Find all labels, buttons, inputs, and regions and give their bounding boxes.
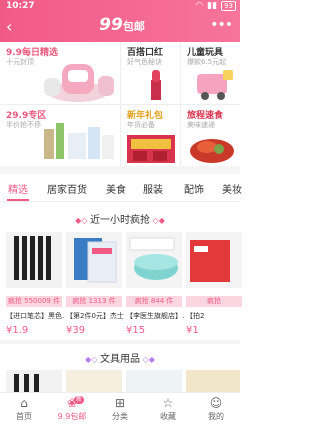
section-title-flash: ◆◇ 近一小时疯抢 ◇◆: [0, 211, 240, 227]
product-image-red: [186, 232, 242, 288]
product-thumb-partial[interactable]: [186, 370, 240, 392]
gift-box-image: [127, 135, 175, 163]
nav-home[interactable]: ⌂ 首页: [0, 396, 48, 422]
product-price: ¥39: [66, 325, 86, 336]
decor-icon: ◆◇: [75, 216, 90, 225]
promo-new-year-gift[interactable]: 新年礼包 年货必备: [121, 105, 180, 165]
active-tab-indicator: [7, 199, 29, 201]
bag-icon: ❀: [66, 396, 78, 410]
home-icon: ⌂: [20, 396, 28, 410]
signal-icon: ▮▮: [207, 1, 218, 11]
tab-clothing[interactable]: 服装: [143, 181, 163, 196]
nav-label: 分类: [112, 412, 128, 421]
user-icon: ☺: [209, 396, 223, 410]
promo-daily-picks[interactable]: 9.9每日精选 十元封顶: [0, 42, 120, 104]
nav-label: 收藏: [160, 412, 176, 421]
product-card[interactable]: 疯抢 【拍2 ¥1: [186, 232, 245, 338]
product-thumb-partial[interactable]: [126, 370, 182, 392]
product-name: 【进口笔芯】黑色…: [6, 312, 64, 320]
lipstick-image: [151, 70, 161, 100]
tab-food[interactable]: 美食: [106, 181, 126, 196]
sold-count-badge: 疯抢: [186, 296, 242, 307]
product-image-pens: [6, 232, 62, 288]
logo-number: 99: [99, 15, 123, 35]
logo-text: 包邮: [122, 20, 145, 33]
appliance-image: [44, 64, 114, 102]
sold-count-badge: 疯抢 1313 件: [66, 296, 122, 307]
promo-subtitle: 爆款6.5元起: [187, 58, 227, 66]
more-icon[interactable]: •••: [210, 17, 233, 33]
new-badge: 新: [74, 396, 85, 404]
promo-subtitle: 美味速递: [187, 121, 215, 129]
category-tabs: 精选 居家百货 美食 服装 配饰 美妆: [0, 174, 242, 202]
sold-count-badge: 疯抢 550009 件: [6, 296, 62, 307]
product-name: 【拍2: [186, 312, 205, 320]
product-thumb-partial[interactable]: [66, 370, 122, 392]
nav-label: 我的: [208, 412, 224, 421]
section-title-text: 文具用品: [100, 354, 140, 365]
product-card[interactable]: 疯抢 1313 件 【第2件0元】杰士… ¥39: [66, 232, 125, 338]
promo-29-zone[interactable]: 29.9专区 半价抢不停: [0, 105, 120, 165]
promo-lipstick[interactable]: 百搭口红 好气色秘诀: [121, 42, 180, 104]
toy-image: [197, 70, 233, 100]
app-logo: 99包邮: [94, 15, 150, 37]
battery-icon: 93: [221, 1, 236, 11]
sold-count-badge: 疯抢 844 件: [126, 296, 182, 307]
cream-jar-image: [126, 232, 182, 288]
promo-kids-toys[interactable]: 儿童玩具 爆款6.5元起: [181, 42, 240, 104]
nav-profile[interactable]: ☺ 我的: [192, 396, 240, 422]
product-card[interactable]: 疯抢 550009 件 【进口笔芯】黑色… ¥1.9: [6, 232, 65, 338]
decor-icon: ◆◇: [85, 355, 100, 364]
product-image-box: [66, 232, 122, 288]
tab-accessories[interactable]: 配饰: [184, 181, 204, 196]
product-name: 【李医生旗舰店】…: [126, 312, 184, 320]
nav-category[interactable]: ⊞ 分类: [96, 396, 144, 422]
tab-beauty[interactable]: 美妆: [222, 181, 242, 196]
decor-icon: ◇◆: [140, 355, 155, 364]
promo-subtitle: 半价抢不停: [6, 121, 41, 129]
product-image-cream: [126, 232, 182, 288]
status-icons: ◠ ▮▮ 93: [195, 1, 236, 11]
nav-free-shipping[interactable]: ❀ 9.9包邮 新: [48, 396, 96, 422]
section-title-stationery: ◆◇ 文具用品 ◇◆: [0, 350, 240, 366]
product-thumb-partial[interactable]: [6, 370, 62, 392]
food-image: [190, 139, 234, 163]
status-bar: 10:27 ◠ ▮▮ 93: [0, 0, 240, 14]
category-icon: ⊞: [114, 396, 126, 410]
section-gap: [0, 166, 240, 174]
decor-icon: ◇◆: [150, 216, 165, 225]
red-product-image: [186, 232, 242, 288]
nav-favorites[interactable]: ☆ 收藏: [144, 396, 192, 422]
section-gap: [0, 340, 240, 344]
package-image: [66, 232, 122, 288]
tab-featured[interactable]: 精选: [8, 181, 28, 196]
wifi-icon: ◠: [195, 1, 204, 11]
nav-label: 9.9包邮: [57, 412, 87, 421]
nav-label: 首页: [16, 412, 32, 421]
grid-divider: [0, 104, 240, 105]
product-price: ¥1: [186, 325, 199, 336]
cosmetics-image: [44, 123, 114, 159]
promo-grid: 9.9每日精选 十元封顶 百搭口红 好气色秘诀 儿童玩具 爆款6.5元起 29.…: [0, 42, 240, 166]
product-price: ¥15: [126, 325, 146, 336]
bottom-nav: ⌂ 首页 ❀ 9.9包邮 新 ⊞ 分类 ☆ 收藏 ☺ 我的: [0, 392, 240, 426]
promo-subtitle: 年货必备: [127, 121, 155, 129]
tab-home-goods[interactable]: 居家百货: [47, 181, 87, 196]
app-header: 10:27 ◠ ▮▮ 93 ‹ 99包邮 •••: [0, 0, 240, 42]
product-price: ¥1.9: [6, 325, 29, 336]
promo-subtitle: 十元封顶: [6, 58, 34, 66]
product-card[interactable]: 疯抢 844 件 【李医生旗舰店】… ¥15: [126, 232, 185, 338]
pens-image: [6, 232, 62, 288]
status-time: 10:27: [6, 1, 35, 11]
pens-image: [14, 374, 39, 392]
section-title-text: 近一小时疯抢: [90, 215, 150, 226]
promo-travel-food[interactable]: 旅程速食 美味速递: [181, 105, 240, 165]
product-name: 【第2件0元】杰士…: [66, 312, 124, 320]
back-icon[interactable]: ‹: [6, 18, 24, 36]
star-icon: ☆: [162, 396, 174, 410]
